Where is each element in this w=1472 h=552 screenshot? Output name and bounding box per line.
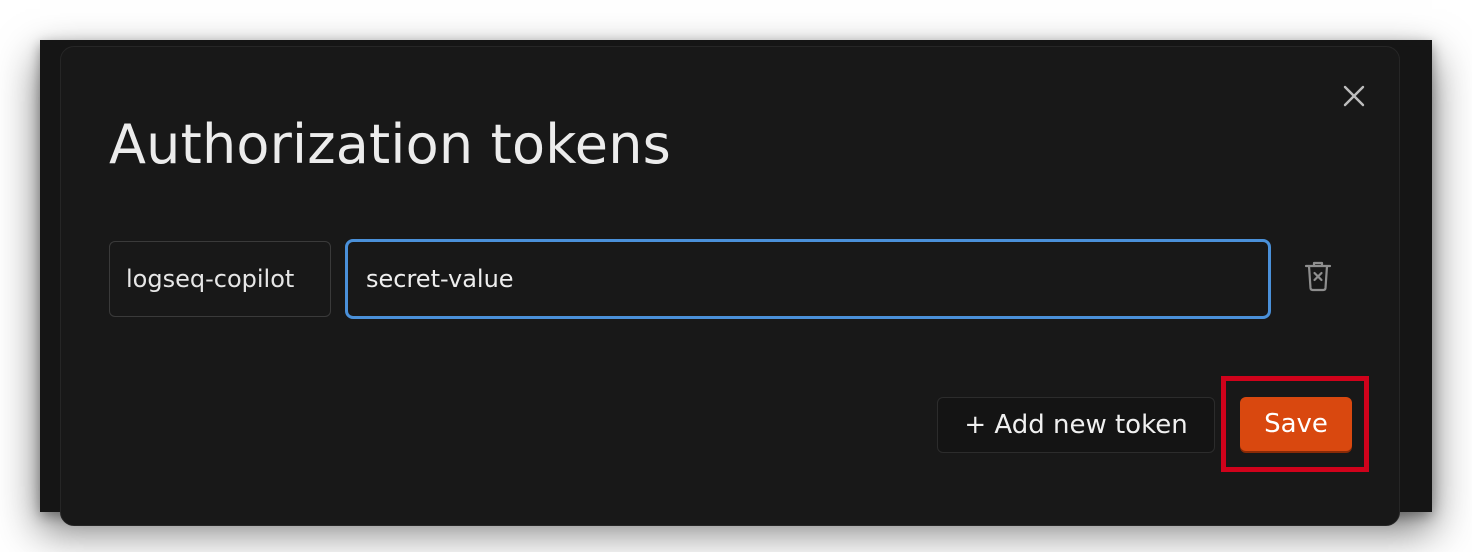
save-button[interactable]: Save <box>1240 397 1352 451</box>
token-value-input[interactable] <box>345 239 1271 319</box>
add-new-token-button[interactable]: + Add new token <box>937 397 1215 453</box>
close-icon[interactable] <box>1341 83 1367 109</box>
authorization-tokens-dialog: Authorization tokens + Add new token Sav… <box>60 46 1400 526</box>
token-name-input[interactable] <box>109 241 331 317</box>
dialog-title: Authorization tokens <box>109 113 671 176</box>
trash-icon[interactable] <box>1303 259 1333 293</box>
